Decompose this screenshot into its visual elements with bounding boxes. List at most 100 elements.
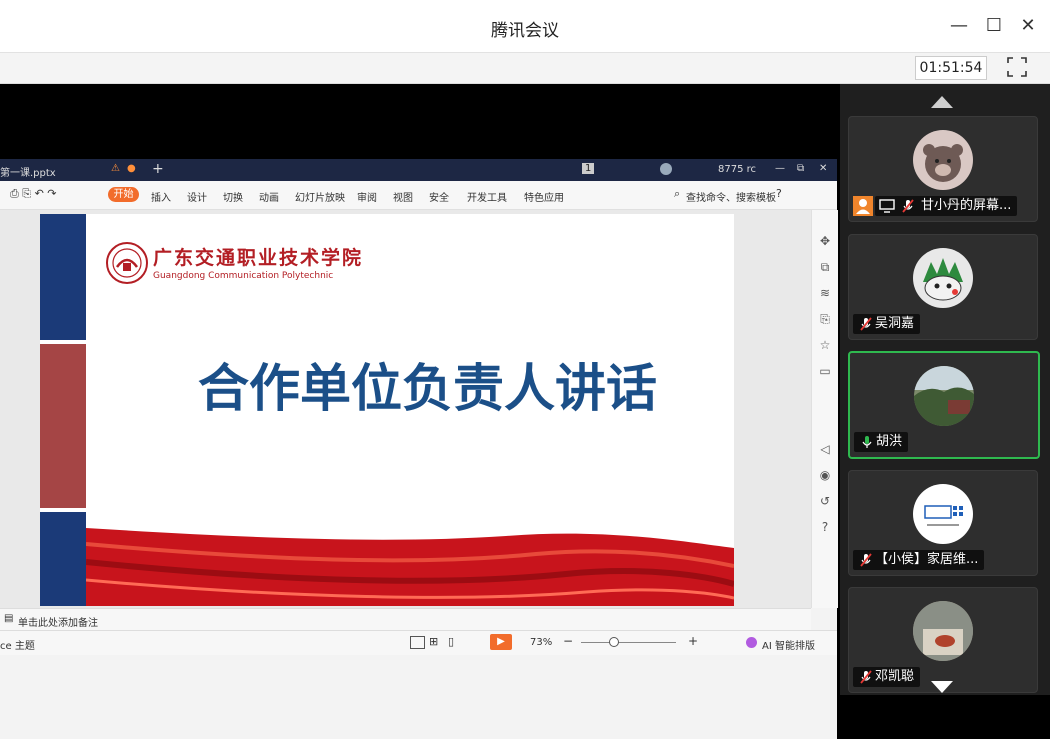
start-tab[interactable]: 开始 [108,187,139,202]
tool-icon-4[interactable]: ⎘ [818,312,832,326]
zoom-slider-handle[interactable] [609,637,619,647]
maximize-button[interactable]: ☐ [982,14,1006,38]
mic-muted-icon [860,553,872,567]
participant-avatar [914,366,974,426]
new-tab-icon[interactable]: + [152,161,164,177]
slide-red-bar [40,344,86,508]
host-icon [853,196,873,216]
side-toolbar: ✥ ⧉ ≋ ⎘ ☆ ▭ ◁ ◉ ↺ ? [811,210,838,608]
ppt-close-icon[interactable]: ✕ [819,163,827,174]
fullscreen-icon[interactable] [1006,56,1028,78]
participant-name: 甘小丹的屏幕... [921,198,1012,213]
quick-access-icons[interactable]: ⎙ ⎘ ↶ ↷ [10,187,57,201]
command-search[interactable]: 查找命令、搜索模板 [686,189,776,204]
logo-chinese: 广东交通职业技术学院 [153,247,364,269]
shared-screen: 第一课.pptx ⚠ ● + 1 8775 rc — ⧉ ✕ ⎙ ⎘ ↶ ↷ 开… [0,84,838,739]
slide-blue-bar-top [40,214,86,340]
zoom-slider[interactable] [581,642,676,643]
slide-blue-bar-bottom [40,512,86,606]
participant-avatar [913,484,973,544]
menu-devtools[interactable]: 开发工具 [467,189,507,204]
participant-label: 胡洪 [854,432,909,452]
sound-icon[interactable]: ◁ [818,442,832,456]
bear-avatar-icon [923,144,963,182]
title-bar: 腾讯会议 — ☐ ✕ [0,0,1050,53]
warning-icon: ⚠ [111,163,120,174]
menu-review[interactable]: 审阅 [357,189,377,204]
participant-avatar [913,601,973,661]
play-button[interactable]: ▶ [490,634,512,650]
mic-muted-icon [860,317,872,331]
tool-icon-6[interactable]: ▭ [818,364,832,378]
unsaved-dot-icon: ● [127,163,136,174]
minimize-button[interactable]: — [947,14,971,38]
tool-icon-1[interactable]: ✥ [818,234,832,248]
presentation-window: 第一课.pptx ⚠ ● + 1 8775 rc — ⧉ ✕ ⎙ ⎘ ↶ ↷ 开… [0,159,838,739]
participant-label: 邓凯聪 [853,667,921,687]
notes-bar[interactable]: ▤ 单击此处添加备注 [0,608,811,631]
scroll-up-icon[interactable] [931,96,953,108]
tool-icon-8[interactable]: ◉ [818,468,832,482]
menu-security[interactable]: 安全 [429,189,449,204]
slide-title: 合作单位负责人讲话 [198,360,658,419]
screen-share-icon [879,199,895,213]
help-icon[interactable]: ? [776,187,782,200]
menu-view[interactable]: 视图 [393,189,413,204]
close-button[interactable]: ✕ [1016,14,1040,38]
participant-label: 吴洞嘉 [853,314,921,334]
logo-english: Guangdong Communication Polytechnic [153,271,334,281]
menu-features[interactable]: 特色应用 [524,189,564,204]
scroll-down-icon[interactable] [931,681,953,693]
tool-icon-3[interactable]: ≋ [818,286,832,300]
participant-label: 甘小丹的屏幕... [875,196,1018,216]
status-bar: ce 主题 ⊞ ▯ ▶ 73% − + AI 智能排版 [0,630,837,655]
star-icon[interactable]: ☆ [818,338,832,352]
question-icon[interactable]: ? [818,520,832,534]
participant-card[interactable]: 【小侯】家居维... [848,470,1038,576]
tool-icon-2[interactable]: ⧉ [818,260,832,274]
current-slide: 广东交通职业技术学院 Guangdong Communication Polyt… [40,214,734,606]
menu-slideshow[interactable]: 幻灯片放映 [295,189,345,204]
meeting-toolbar: 01:51:54 [0,53,1050,84]
cartoon-avatar-icon [923,258,963,301]
ribbon-menu: ⎙ ⎘ ↶ ↷ 开始 插入 设计 切换 动画 幻灯片放映 审阅 视图 安全 开发… [0,181,837,210]
participant-avatar [913,130,973,190]
ai-layout-button[interactable]: AI 智能排版 [762,637,815,652]
participant-name: 吴洞嘉 [875,316,915,331]
participant-card[interactable]: 甘小丹的屏幕... [848,116,1038,222]
participant-avatar [913,248,973,308]
college-logo: 广东交通职业技术学院 Guangdong Communication Polyt… [153,243,363,281]
zoom-out-icon[interactable]: − [563,634,573,648]
search-icon[interactable]: ⌕ [674,187,680,201]
user-icon[interactable] [660,163,672,175]
participant-card[interactable]: 吴洞嘉 [848,234,1038,340]
reading-view-icon[interactable]: ▯ [448,635,454,648]
slide-canvas: 广东交通职业技术学院 Guangdong Communication Polyt… [0,210,837,608]
menu-transition[interactable]: 切换 [223,189,243,204]
participant-sidebar: 甘小丹的屏幕... 吴洞嘉 胡洪 【小侯】家居维... 邓凯聪 [840,84,1050,695]
normal-view-icon[interactable] [410,636,425,649]
top-info: 8775 rc [718,164,757,175]
window-title: 腾讯会议 [491,21,559,41]
zoom-in-icon[interactable]: + [688,634,698,648]
zoom-level[interactable]: 73% [530,637,552,648]
ppt-minimize-icon[interactable]: — [775,163,785,174]
participant-card[interactable]: 邓凯聪 [848,587,1038,693]
grid-view-icon[interactable]: ⊞ [429,635,438,648]
ppt-restore-icon[interactable]: ⧉ [797,163,804,174]
ai-icon [746,637,757,648]
menu-design[interactable]: 设计 [187,189,207,204]
mic-muted-icon [902,199,914,213]
page-badge: 1 [582,163,595,174]
photo-avatar-icon [913,601,973,661]
menu-animation[interactable]: 动画 [259,189,279,204]
college-logo-icon [106,242,148,284]
mic-muted-icon [860,670,872,684]
theme-label: ce 主题 [0,641,35,652]
participant-card-active[interactable]: 胡洪 [848,351,1040,459]
participant-name: 邓凯聪 [875,669,915,684]
history-icon[interactable]: ↺ [818,494,832,508]
red-wave-decoration [86,528,734,606]
menu-insert[interactable]: 插入 [151,189,171,204]
file-tab[interactable]: 第一课.pptx [0,164,56,179]
